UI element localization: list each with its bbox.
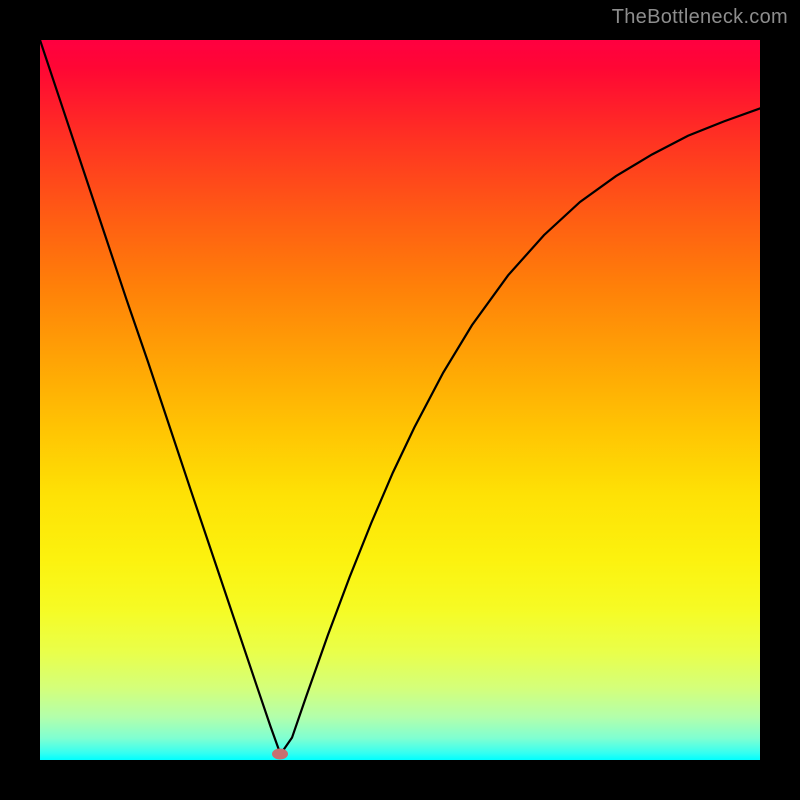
bottleneck-curve	[40, 40, 760, 760]
plot-area	[40, 40, 760, 760]
chart-frame: TheBottleneck.com	[0, 0, 800, 800]
watermark: TheBottleneck.com	[612, 6, 788, 29]
minimum-marker	[272, 749, 288, 760]
